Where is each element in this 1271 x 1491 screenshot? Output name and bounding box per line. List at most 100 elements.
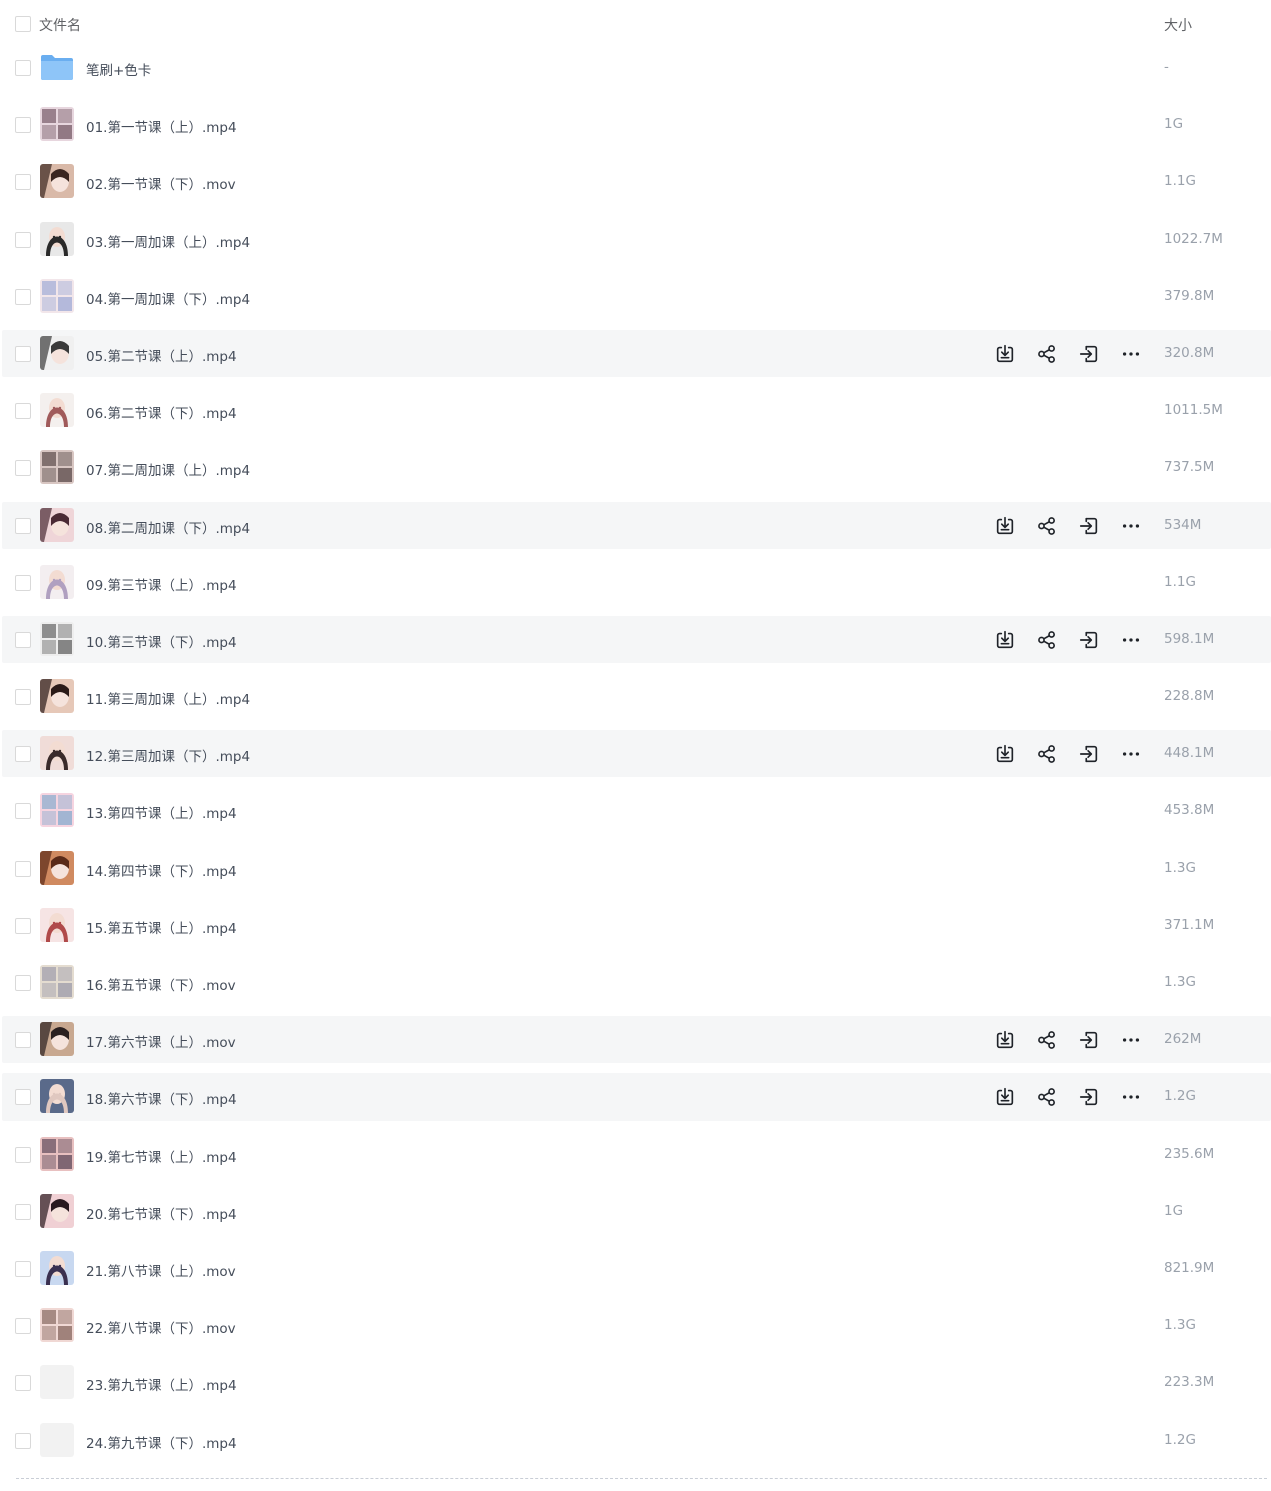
move-icon[interactable] [1076, 1027, 1102, 1053]
file-row[interactable]: 11.第三周加课（上）.mp4 228.8M [0, 668, 1271, 725]
file-name[interactable]: 02.第一节课（下）.mov [86, 173, 236, 193]
file-row[interactable]: 13.第四节课（上）.mp4 453.8M [0, 782, 1271, 839]
file-row[interactable]: 笔刷+色卡 - [0, 39, 1271, 96]
file-row[interactable]: 22.第八节课（下）.mov 1.3G [0, 1297, 1271, 1354]
video-thumbnail[interactable] [40, 736, 74, 771]
file-row[interactable]: 19.第七节课（上）.mp4 235.6M [0, 1126, 1271, 1183]
column-header-name[interactable]: 文件名 [39, 15, 81, 35]
share-icon[interactable] [1034, 513, 1060, 539]
move-icon[interactable] [1076, 741, 1102, 767]
select-all-checkbox[interactable] [15, 16, 31, 32]
video-thumbnail[interactable] [40, 564, 74, 599]
row-checkbox[interactable] [15, 803, 31, 820]
video-thumbnail[interactable] [40, 1308, 74, 1343]
more-icon[interactable] [1118, 1027, 1144, 1053]
video-thumbnail[interactable] [40, 1136, 74, 1171]
download-icon[interactable] [992, 513, 1018, 539]
row-checkbox[interactable] [15, 345, 31, 362]
row-checkbox[interactable] [15, 746, 31, 763]
video-thumbnail[interactable] [40, 907, 74, 942]
file-name[interactable]: 03.第一周加课（上）.mp4 [86, 231, 250, 251]
row-checkbox[interactable] [15, 1318, 31, 1335]
file-name[interactable]: 05.第二节课（上）.mp4 [86, 345, 237, 365]
row-checkbox[interactable] [15, 117, 31, 134]
download-icon[interactable] [992, 741, 1018, 767]
share-icon[interactable] [1034, 341, 1060, 367]
file-name[interactable]: 23.第九节课（上）.mp4 [86, 1374, 237, 1394]
download-icon[interactable] [992, 627, 1018, 653]
file-name[interactable]: 07.第二周加课（上）.mp4 [86, 459, 250, 479]
file-name[interactable]: 13.第四节课（上）.mp4 [86, 802, 237, 822]
file-name[interactable]: 20.第七节课（下）.mp4 [86, 1203, 237, 1223]
more-icon[interactable] [1118, 741, 1144, 767]
row-checkbox[interactable] [15, 517, 31, 534]
video-thumbnail[interactable] [40, 1422, 74, 1457]
row-checkbox[interactable] [15, 1260, 31, 1277]
row-checkbox[interactable] [15, 1432, 31, 1449]
share-icon[interactable] [1034, 1027, 1060, 1053]
file-name[interactable]: 19.第七节课（上）.mp4 [86, 1146, 237, 1166]
file-name[interactable]: 16.第五节课（下）.mov [86, 974, 236, 994]
download-icon[interactable] [992, 1084, 1018, 1110]
file-name[interactable]: 17.第六节课（上）.mov [86, 1031, 236, 1051]
move-icon[interactable] [1076, 513, 1102, 539]
video-thumbnail[interactable] [40, 850, 74, 885]
move-icon[interactable] [1076, 627, 1102, 653]
file-row[interactable]: 05.第二节课（上）.mp4 320.8M [0, 325, 1271, 382]
row-checkbox[interactable] [15, 1146, 31, 1163]
file-name[interactable]: 06.第二节课（下）.mp4 [86, 402, 237, 422]
file-name[interactable]: 12.第三周加课（下）.mp4 [86, 745, 250, 765]
file-row[interactable]: 10.第三节课（下）.mp4 598.1M [0, 611, 1271, 668]
file-name[interactable]: 14.第四节课（下）.mp4 [86, 860, 237, 880]
file-row[interactable]: 12.第三周加课（下）.mp4 448.1M [0, 725, 1271, 782]
video-thumbnail[interactable] [40, 679, 74, 714]
more-icon[interactable] [1118, 341, 1144, 367]
file-name[interactable]: 24.第九节课（下）.mp4 [86, 1432, 237, 1452]
video-thumbnail[interactable] [40, 1250, 74, 1285]
file-row[interactable]: 17.第六节课（上）.mov 262M [0, 1011, 1271, 1068]
download-icon[interactable] [992, 1027, 1018, 1053]
row-checkbox[interactable] [15, 288, 31, 305]
file-row[interactable]: 15.第五节课（上）.mp4 371.1M [0, 897, 1271, 954]
file-row[interactable]: 09.第三节课（上）.mp4 1.1G [0, 554, 1271, 611]
video-thumbnail[interactable] [40, 1022, 74, 1057]
file-row[interactable]: 18.第六节课（下）.mp4 1.2G [0, 1068, 1271, 1125]
file-name[interactable]: 21.第八节课（上）.mov [86, 1260, 236, 1280]
row-checkbox[interactable] [15, 689, 31, 706]
video-thumbnail[interactable] [40, 335, 74, 370]
share-icon[interactable] [1034, 627, 1060, 653]
file-row[interactable]: 07.第二周加课（上）.mp4 737.5M [0, 439, 1271, 496]
video-thumbnail[interactable] [40, 107, 74, 142]
file-row[interactable]: 20.第七节课（下）.mp4 1G [0, 1183, 1271, 1240]
file-row[interactable]: 24.第九节课（下）.mp4 1.2G [0, 1412, 1271, 1469]
row-checkbox[interactable] [15, 975, 31, 991]
video-thumbnail[interactable] [40, 164, 74, 199]
row-checkbox[interactable] [15, 1032, 31, 1049]
file-row[interactable]: 14.第四节课（下）.mp4 1.3G [0, 840, 1271, 897]
row-checkbox[interactable] [15, 1375, 31, 1392]
file-row[interactable]: 16.第五节课（下）.mov 1.3G [0, 954, 1271, 1011]
row-checkbox[interactable] [15, 917, 31, 934]
video-thumbnail[interactable] [40, 1365, 74, 1400]
file-row[interactable]: 01.第一节课（上）.mp4 1G [0, 96, 1271, 153]
file-name[interactable]: 01.第一节课（上）.mp4 [86, 116, 237, 136]
video-thumbnail[interactable] [40, 221, 74, 256]
file-row[interactable]: 04.第一周加课（下）.mp4 379.8M [0, 268, 1271, 325]
row-checkbox[interactable] [15, 1203, 31, 1220]
file-name[interactable]: 08.第二周加课（下）.mp4 [86, 517, 250, 537]
video-thumbnail[interactable] [40, 621, 74, 656]
row-checkbox[interactable] [15, 631, 31, 648]
video-thumbnail[interactable] [40, 793, 74, 828]
column-header-size[interactable]: 大小 [1164, 15, 1192, 35]
more-icon[interactable] [1118, 627, 1144, 653]
file-name[interactable]: 04.第一周加课（下）.mp4 [86, 288, 250, 308]
file-name[interactable]: 09.第三节课（上）.mp4 [86, 574, 237, 594]
file-name[interactable]: 15.第五节课（上）.mp4 [86, 917, 237, 937]
file-row[interactable]: 21.第八节课（上）.mov 821.9M [0, 1240, 1271, 1297]
file-name[interactable]: 11.第三周加课（上）.mp4 [86, 688, 250, 708]
video-thumbnail[interactable] [40, 450, 74, 485]
row-checkbox[interactable] [15, 574, 31, 591]
file-row[interactable]: 08.第二周加课（下）.mp4 534M [0, 497, 1271, 554]
row-checkbox[interactable] [15, 860, 31, 877]
share-icon[interactable] [1034, 741, 1060, 767]
